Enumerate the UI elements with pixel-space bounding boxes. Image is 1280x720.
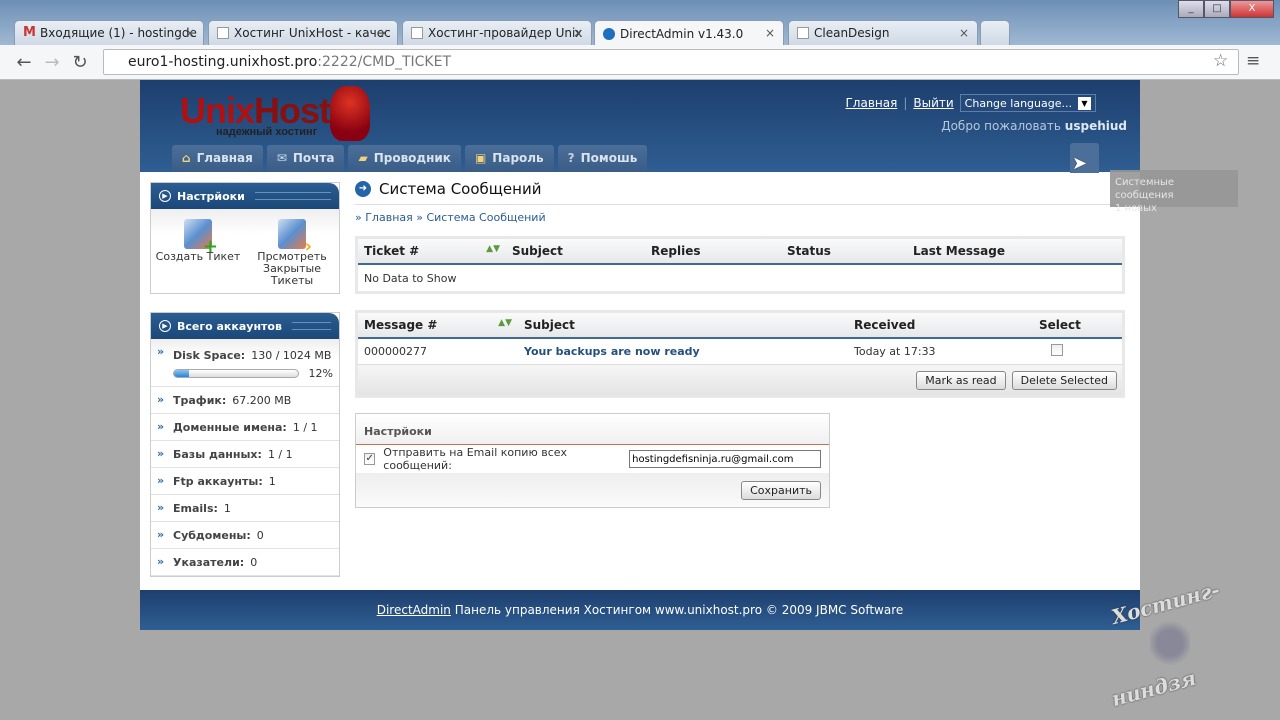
closed-tickets-icon: › xyxy=(278,219,312,256)
account-stat: Emails:1 xyxy=(151,495,339,522)
account-stat: Трафик:67.200 MB xyxy=(151,387,339,414)
system-messages-tooltip: Системные сообщения 1 новых xyxy=(1110,170,1238,214)
page-title: Система Сообщений xyxy=(379,180,542,198)
page-icon xyxy=(411,27,423,39)
help-icon: ? xyxy=(567,151,575,165)
create-ticket-icon: + xyxy=(184,219,218,256)
tab-directadmin[interactable]: DirectAdmin v1.43.0 × xyxy=(594,20,784,46)
new-tab-button[interactable] xyxy=(980,20,1010,45)
create-ticket-button[interactable]: + Создать Тикет xyxy=(153,219,243,293)
directadmin-page: UnixHost надежный хостинг Главная | Выйти C… xyxy=(140,80,1140,630)
col-subject[interactable]: Subject xyxy=(518,318,848,332)
disk-progress-fill xyxy=(174,370,189,377)
sort-icon[interactable]: ▲▼ xyxy=(498,318,512,328)
tab-strip: M Входящие (1) - hostingde × Хостинг UnixH… xyxy=(0,0,1280,46)
col-ticket[interactable]: Ticket # ▲▼ xyxy=(358,244,506,258)
close-icon[interactable]: × xyxy=(185,26,195,40)
logout-link[interactable]: Выйти xyxy=(913,96,953,110)
delete-selected-button[interactable]: Delete Selected xyxy=(1011,370,1117,390)
sort-icon[interactable]: ▲▼ xyxy=(486,244,500,254)
language-select[interactable]: Change language... ▼ xyxy=(959,94,1096,112)
mouse-cursor-icon: ➤ xyxy=(1072,153,1088,174)
home-link[interactable]: Главная xyxy=(845,96,897,110)
welcome-text: Добро пожаловать uspehiud xyxy=(941,119,1127,133)
col-status[interactable]: Status xyxy=(781,244,907,258)
accounts-box: ▶Всего аккаунтов Disk Space:130 / 1024 M… xyxy=(150,312,340,577)
disk-space-stat: Disk Space:130 / 1024 MB 12% xyxy=(151,339,339,387)
arrow-right-icon: ➜ xyxy=(355,181,371,197)
reload-icon[interactable]: ↻ xyxy=(66,52,94,73)
forward-icon[interactable]: → xyxy=(38,52,66,73)
chevron-down-icon: ▼ xyxy=(1078,96,1091,110)
browser-toolbar: ← → ↻ euro1-hosting.unixhost.pro:2222/CM… xyxy=(0,45,1280,80)
close-icon[interactable]: × xyxy=(379,26,389,40)
mark-as-read-button[interactable]: Mark as read xyxy=(916,370,1006,390)
account-stat: Субдомены:0 xyxy=(151,522,339,549)
col-message[interactable]: Message # ▲▼ xyxy=(358,318,518,332)
arrow-circle-icon: ▶ xyxy=(159,320,171,332)
address-bar[interactable]: euro1-hosting.unixhost.pro:2222/CMD_TICK… xyxy=(103,49,1239,75)
nav-home[interactable]: ⌂ Главная xyxy=(172,145,263,172)
page-icon xyxy=(797,27,809,39)
mail-icon: ✉ xyxy=(276,151,287,165)
star-icon[interactable]: ☆ xyxy=(1213,51,1228,71)
empty-message: No Data to Show xyxy=(364,271,457,285)
page-icon xyxy=(217,27,229,39)
account-stat: Указатели:0 xyxy=(151,549,339,576)
main-content: ➜ Система Сообщений » Главная » Система С… xyxy=(355,180,1125,398)
nav-mail[interactable]: ✉ Почта xyxy=(266,145,345,172)
email-copy-checkbox[interactable]: ✓ xyxy=(364,453,376,465)
site-header: UnixHost надежный хостинг Главная | Выйти C… xyxy=(140,80,1140,173)
account-stat: Доменные имена:1 / 1 xyxy=(151,414,339,441)
window-controls: _ □ X xyxy=(1178,0,1274,18)
back-icon[interactable]: ← xyxy=(10,52,38,73)
col-replies[interactable]: Replies xyxy=(645,244,781,258)
arrow-circle-icon: ▶ xyxy=(159,190,171,202)
messages-table: Message # ▲▼ Subject Received Select 0000… xyxy=(355,310,1125,398)
tab-cleandesign[interactable]: CleanDesign × xyxy=(788,20,978,45)
nav-file-manager[interactable]: ▰ Проводник xyxy=(348,145,461,172)
top-links: Главная | Выйти Change language... ▼ xyxy=(845,94,1096,112)
menu-icon[interactable]: ≡ xyxy=(1246,51,1260,71)
settings-box: ▶ Настрйоки + Создать Тикет › Прсмотреть За… xyxy=(150,182,340,294)
message-subject-link[interactable]: Your backups are now ready xyxy=(518,345,848,358)
tab-provider[interactable]: Хостинг-провайдер Unix × xyxy=(402,20,592,45)
nav-password[interactable]: ▣ Пароль xyxy=(464,145,554,172)
unixhost-logo[interactable]: UnixHost надежный хостинг xyxy=(180,86,370,141)
devil-mascot-icon xyxy=(330,86,370,141)
nav-help[interactable]: ? Помошь xyxy=(557,145,648,172)
account-stat: Ftp аккаунты:1 xyxy=(151,468,339,495)
maximize-icon[interactable]: □ xyxy=(1204,0,1230,18)
tab-unixhost[interactable]: Хостинг UnixHost - качес × xyxy=(208,20,398,45)
close-icon[interactable]: × xyxy=(573,26,583,40)
tab-gmail[interactable]: M Входящие (1) - hostingde × xyxy=(14,20,204,45)
message-settings: Настрйоки ✓ Отправить на Email копию все… xyxy=(355,413,830,508)
col-last-message[interactable]: Last Message xyxy=(907,244,1005,258)
directadmin-link[interactable]: DirectAdmin xyxy=(377,603,451,617)
select-checkbox[interactable] xyxy=(1051,344,1063,356)
window-close-icon[interactable]: X xyxy=(1230,0,1274,18)
breadcrumb[interactable]: » Главная » Система Сообщений xyxy=(355,211,1125,224)
ninja-watermark-logo: Хостинг-ниндзя xyxy=(1108,577,1223,712)
close-icon[interactable]: × xyxy=(765,26,775,40)
house-icon: ⌂ xyxy=(182,151,191,165)
main-nav: ⌂ Главная ✉ Почта ▰ Проводник ▣ Пароль ? Помо… xyxy=(172,145,648,172)
gmail-icon: M xyxy=(23,25,36,40)
disk-progress-bar xyxy=(173,369,299,378)
col-received[interactable]: Received xyxy=(848,318,1033,332)
col-subject[interactable]: Subject xyxy=(506,244,645,258)
site-footer: DirectAdmin Панель управления Хостингом … xyxy=(140,590,1140,630)
col-select[interactable]: Select xyxy=(1033,318,1081,332)
globe-icon xyxy=(603,27,615,40)
minimize-icon[interactable]: _ xyxy=(1178,0,1204,18)
close-icon[interactable]: × xyxy=(959,26,969,40)
account-stat: Базы данных:1 / 1 xyxy=(151,441,339,468)
tickets-table: Ticket # ▲▼ Subject Replies Status Last M… xyxy=(355,236,1125,294)
save-button[interactable]: Сохранить xyxy=(741,480,821,500)
table-row: 000000277 Your backups are now ready Tod… xyxy=(358,339,1122,365)
email-field[interactable] xyxy=(629,450,822,468)
key-icon: ▣ xyxy=(474,151,487,165)
view-closed-tickets-button[interactable]: › Прсмотреть Закрытые Тикеты xyxy=(247,219,337,293)
folder-icon: ▰ xyxy=(358,151,368,165)
